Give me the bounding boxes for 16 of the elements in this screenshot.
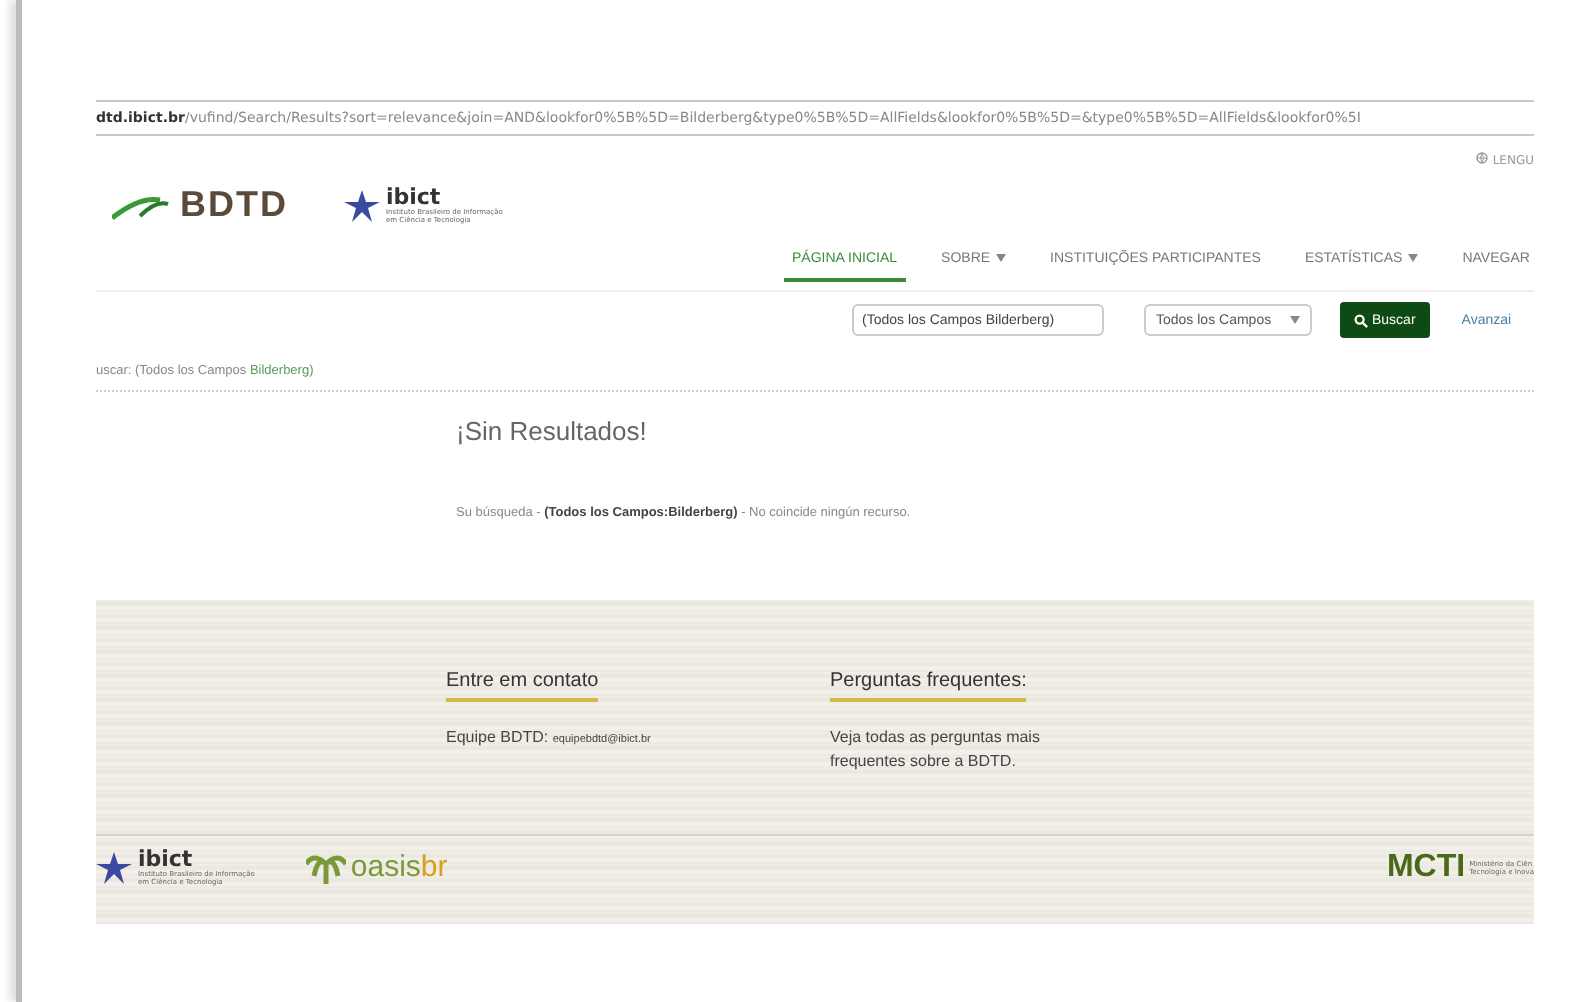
footer-heading: Perguntas frequentes: (830, 670, 1027, 702)
caret-icon (1290, 316, 1300, 324)
globe-icon (1476, 152, 1489, 164)
partner-logo-text: ibict (386, 185, 441, 208)
brand-logo-text: BDTD (180, 184, 288, 226)
footer-text: Veja todas as perguntas mais frequentes sobre a BDTD. (830, 726, 1042, 774)
oasis-logo-text: oasisbr (350, 850, 448, 885)
mcti-logo-text: MCTI (1386, 849, 1466, 886)
footer-heading: Entre em contato (446, 670, 599, 702)
results-heading: ¡Sin Resultados! (456, 416, 649, 446)
ibict-logo-text: ibict (138, 848, 193, 870)
search-icon (1354, 313, 1368, 327)
palm-logo-icon (306, 851, 347, 884)
swoosh-logo-icon (112, 191, 172, 219)
star-logo-icon (344, 189, 380, 221)
star-logo-icon (96, 851, 132, 884)
